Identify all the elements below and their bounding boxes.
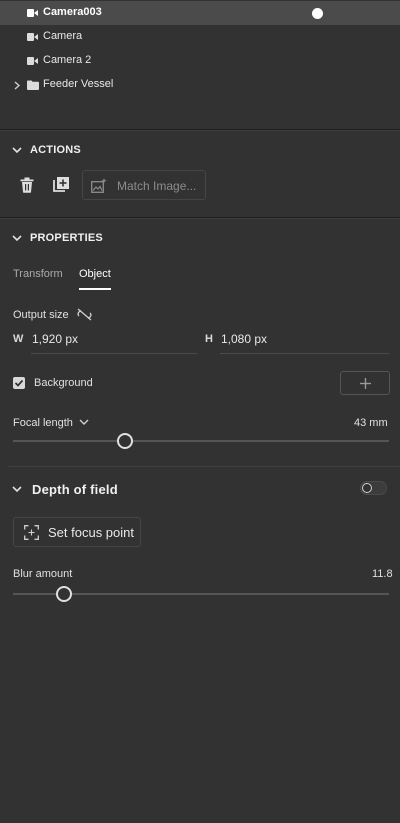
- section-divider: [8, 466, 400, 467]
- actions-header[interactable]: ACTIONS: [12, 144, 81, 156]
- checkmark-icon: [14, 379, 24, 387]
- plus-icon: [359, 377, 371, 389]
- depth-of-field-toggle[interactable]: [360, 481, 387, 495]
- image-sparkle-icon: [91, 178, 107, 193]
- match-image-button[interactable]: Match Image...: [82, 170, 206, 200]
- layer-label: Camera 2: [43, 54, 92, 66]
- duplicate-icon: [53, 177, 69, 192]
- trash-icon: [20, 177, 34, 193]
- blur-amount-value: 11.8: [372, 568, 393, 580]
- width-field[interactable]: 1,920 px: [32, 332, 78, 346]
- set-focus-point-button[interactable]: Set focus point: [13, 517, 141, 547]
- focal-length-slider-track[interactable]: [13, 440, 389, 442]
- layer-row-camera-2[interactable]: Camera 2: [0, 49, 400, 73]
- section-title: Depth of field: [32, 482, 118, 497]
- properties-header[interactable]: PROPERTIES: [12, 232, 103, 244]
- layer-label: Camera003: [43, 6, 102, 18]
- height-letter: H: [205, 333, 213, 345]
- background-label: Background: [34, 377, 93, 389]
- section-title: PROPERTIES: [30, 232, 103, 244]
- layer-row-feeder-vessel[interactable]: Feeder Vessel: [0, 73, 400, 97]
- focus-target-icon: [24, 525, 39, 540]
- layer-row-camera[interactable]: Camera: [0, 25, 400, 49]
- toggle-knob: [362, 483, 372, 493]
- chevron-down-icon: [12, 146, 22, 153]
- set-focus-point-label: Set focus point: [48, 525, 134, 540]
- camera-icon: [27, 33, 38, 41]
- camera-icon: [27, 9, 38, 17]
- section-divider: [0, 218, 400, 219]
- visibility-dot-icon[interactable]: [312, 8, 323, 19]
- layer-label: Feeder Vessel: [43, 78, 114, 90]
- match-image-label: Match Image...: [117, 179, 197, 193]
- duplicate-button[interactable]: [50, 174, 72, 196]
- chevron-down-icon[interactable]: [79, 419, 89, 426]
- tab-active-indicator: [79, 288, 111, 290]
- chevron-down-icon: [12, 234, 22, 241]
- output-size-label: Output size: [13, 309, 69, 321]
- background-checkbox[interactable]: [13, 377, 25, 389]
- add-background-button[interactable]: [340, 371, 390, 395]
- chevron-down-icon: [12, 486, 22, 493]
- focal-length-value: 43 mm: [354, 417, 388, 429]
- tab-object[interactable]: Object: [79, 268, 111, 280]
- layer-row-camera003[interactable]: Camera003: [0, 1, 400, 25]
- delete-button[interactable]: [16, 174, 38, 196]
- unlink-icon[interactable]: [77, 308, 92, 321]
- tab-transform[interactable]: Transform: [13, 268, 63, 280]
- height-field[interactable]: 1,080 px: [221, 332, 267, 346]
- height-field-underline: [220, 353, 389, 354]
- section-title: ACTIONS: [30, 144, 81, 156]
- blur-amount-label: Blur amount: [13, 568, 73, 580]
- width-letter: W: [13, 333, 24, 345]
- camera-icon: [27, 57, 38, 65]
- folder-icon: [27, 80, 39, 90]
- layer-label: Camera: [43, 30, 83, 42]
- focal-length-slider-thumb[interactable]: [117, 433, 133, 449]
- focal-length-label[interactable]: Focal length: [13, 417, 73, 429]
- chevron-right-icon[interactable]: [14, 81, 20, 90]
- depth-of-field-header[interactable]: Depth of field: [12, 482, 118, 497]
- width-field-underline: [31, 353, 197, 354]
- blur-amount-slider-thumb[interactable]: [56, 586, 72, 602]
- section-divider: [0, 130, 400, 131]
